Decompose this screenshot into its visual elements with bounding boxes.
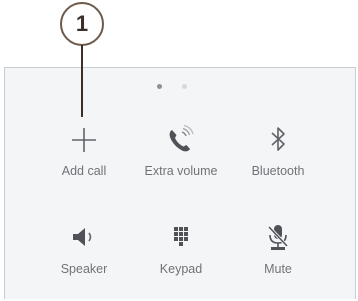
in-call-controls-panel: Add call Extra volume Bluetooth Speaker (4, 67, 356, 299)
speaker-button[interactable]: Speaker (29, 222, 139, 276)
keypad-button[interactable]: Keypad (126, 222, 236, 276)
step-callout-number: 1 (75, 11, 89, 36)
add-call-label: Add call (61, 164, 107, 178)
step-callout: 1 (60, 2, 104, 46)
page-dot-inactive (182, 84, 187, 89)
bluetooth-label: Bluetooth (251, 164, 305, 178)
mute-label: Mute (264, 262, 292, 276)
bluetooth-icon (271, 127, 285, 151)
extra-volume-button[interactable]: Extra volume (126, 124, 236, 178)
page-dot-active (157, 84, 162, 89)
plus-icon (72, 128, 96, 152)
page-indicator (5, 84, 355, 90)
keypad-label: Keypad (159, 262, 203, 276)
bluetooth-button[interactable]: Bluetooth (223, 124, 333, 178)
mic-off-icon (267, 225, 289, 250)
speaker-icon (73, 228, 92, 246)
extra-volume-label: Extra volume (144, 164, 218, 178)
phone-volume-icon (169, 124, 194, 152)
callout-pointer-line (81, 45, 83, 117)
speaker-label: Speaker (60, 262, 108, 276)
mute-button[interactable]: Mute (223, 222, 333, 276)
keypad-icon (174, 227, 188, 246)
add-call-button[interactable]: Add call (29, 124, 139, 178)
